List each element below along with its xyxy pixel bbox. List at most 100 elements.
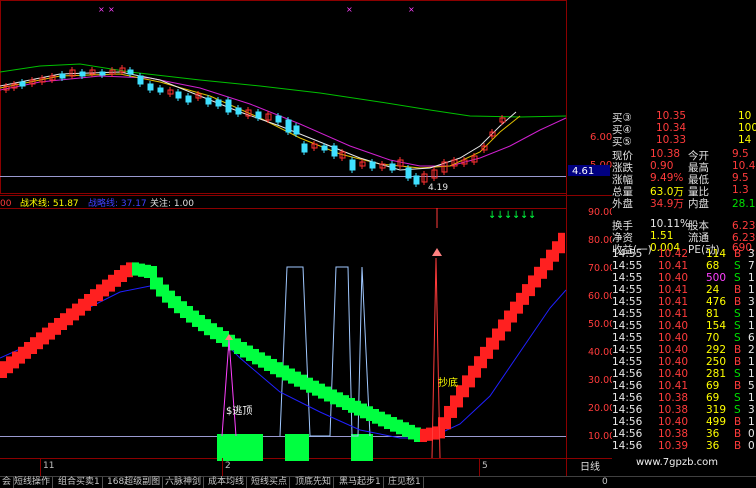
step-bar-up (36, 332, 43, 350)
step-bar-up (546, 249, 553, 271)
quote-panel: 买③ 10.35 10 买④ 10.34 100 买⑤ 10.33 14 现价 10.38 今开 9.… (610, 110, 756, 476)
step-bar-down (318, 383, 325, 399)
current-price-label: 4.61 (572, 166, 594, 177)
tick-time: 14:55 (612, 272, 643, 284)
step-bar-down (372, 409, 379, 424)
tick-time: 14:56 (612, 440, 643, 452)
bottom-label: 抄底 (438, 376, 458, 389)
tick-time: 14:56 (612, 416, 643, 428)
tick-volume: 114 (706, 248, 727, 260)
step-bar-up (54, 318, 61, 335)
tick-count: 0 (748, 440, 755, 452)
stat-value: 10.38 (650, 148, 681, 160)
tick-count: 1 (748, 320, 755, 332)
tick-volume: 319 (706, 404, 727, 416)
step-bar-down (162, 284, 169, 303)
tab-1[interactable]: 短线操作 (12, 477, 54, 488)
step-bar-up (486, 337, 493, 359)
tick-time: 14:56 (612, 428, 643, 440)
step-bar-up (444, 405, 451, 430)
candle-body (175, 91, 182, 99)
step-bar-down (132, 262, 139, 276)
step-bar-up (18, 346, 25, 364)
step-bar-down (264, 355, 271, 371)
tick-count: 1 (748, 368, 755, 380)
step-bar-up (480, 346, 487, 369)
tick-price: 10.40 (658, 368, 689, 380)
candle-body (59, 73, 66, 79)
tab-3[interactable]: 168超级副图 (105, 477, 164, 488)
tick-time: 14:55 (612, 308, 643, 320)
tab-5[interactable]: 成本均线 (206, 477, 248, 488)
step-bar-down (384, 414, 391, 430)
tick-volume: 69 (706, 392, 720, 404)
book-price: 10.34 (656, 122, 687, 134)
step-bar-down (156, 277, 163, 297)
step-bar-up (90, 289, 97, 306)
indicator-axis-label: 40.00 (588, 347, 612, 358)
tick-side: S (734, 404, 741, 416)
step-bar-down (168, 290, 175, 309)
indicator-axis-label: 30.00 (588, 375, 612, 386)
step-bar-up (420, 428, 427, 442)
tactic-step-bars (0, 232, 565, 442)
tab-7[interactable]: 顶底先知 (293, 477, 335, 488)
tick-count: 1 (748, 308, 755, 320)
tick-count: 7 (748, 260, 755, 272)
step-bar-down (324, 386, 331, 402)
tick-price: 10.38 (658, 428, 689, 440)
tick-time: 14:55 (612, 284, 643, 296)
stat-label: 内盘 (688, 198, 709, 210)
step-bar-down (138, 263, 145, 277)
time-label-1: 11 (43, 461, 54, 471)
tick-volume: 36 (706, 428, 720, 440)
tab-9[interactable]: 庄见愁1 (386, 477, 424, 488)
tick-volume: 69 (706, 380, 720, 392)
tick-side: B (734, 416, 742, 428)
time-label-2: 2 (225, 461, 231, 471)
candle-body (235, 107, 242, 115)
tick-side: S (734, 368, 741, 380)
ma-yellow-line (0, 73, 521, 169)
tick-time: 14:55 (612, 320, 643, 332)
tick-price: 10.41 (658, 296, 689, 308)
buy-arrows: ↓ ↓ ↓ ↓ ↓ ↓ (488, 210, 536, 221)
tick-count: 1 (748, 392, 755, 404)
period-label[interactable]: 日线 (580, 460, 600, 473)
escape-spike (221, 339, 237, 437)
candle-body (275, 115, 282, 123)
candle-body (205, 97, 212, 105)
low-price-label: 4.19 (428, 183, 448, 193)
tick-time: 14:56 (612, 392, 643, 404)
escape-label: $逃顶 (226, 404, 252, 417)
step-bar-down (204, 319, 211, 336)
tick-price: 10.40 (658, 344, 689, 356)
stat-value: 1.51 (650, 230, 674, 242)
tab-6[interactable]: 短线买点 (249, 477, 291, 488)
tick-price: 10.40 (658, 320, 689, 332)
candle-body (331, 145, 338, 157)
tick-price: 10.41 (658, 260, 689, 272)
tick-side: S (734, 308, 741, 320)
indicator-axis-label: 90.00 (588, 207, 612, 218)
step-bar-down (414, 427, 421, 442)
step-bar-up (42, 327, 49, 345)
candle-body (255, 111, 262, 119)
tab-8[interactable]: 黑马起步1 (337, 477, 384, 488)
tab-2[interactable]: 组合买卖1 (56, 477, 103, 488)
candle-body (225, 99, 232, 113)
step-bar-down (378, 411, 385, 427)
step-bar-down (408, 424, 415, 440)
step-bar-up (30, 337, 37, 354)
step-bar-down (396, 419, 403, 435)
svg-text:×: × (98, 5, 105, 14)
step-bar-up (108, 274, 115, 292)
tick-volume: 499 (706, 416, 727, 428)
step-bar-up (450, 395, 457, 418)
candle-body (389, 163, 396, 171)
tab-4[interactable]: 六脉神剑 (163, 477, 205, 488)
step-bar-down (348, 397, 355, 413)
tick-count: 3 (748, 248, 755, 260)
book-label: 买⑤ (612, 136, 632, 148)
tick-volume: 476 (706, 296, 727, 308)
